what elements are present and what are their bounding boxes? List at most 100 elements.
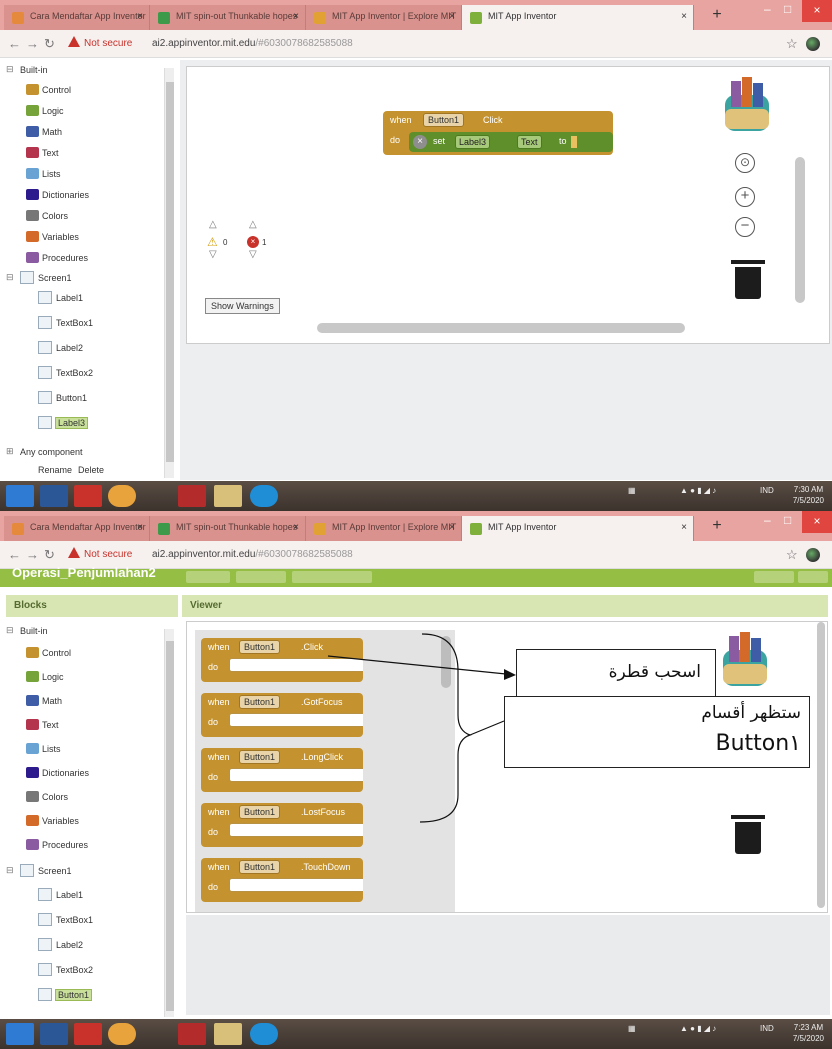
close-icon[interactable]: × bbox=[681, 11, 687, 22]
profile-icon[interactable] bbox=[806, 37, 820, 51]
url-field[interactable]: ai2.appinventor.mit.edu/#603007868258508… bbox=[152, 38, 353, 49]
show-warnings-button[interactable]: Show Warnings bbox=[205, 298, 280, 314]
browser-tab-active[interactable]: MIT App Inventor × bbox=[462, 5, 694, 30]
component-dropdown[interactable]: Label3 bbox=[455, 135, 491, 149]
expand-icon[interactable]: ⊞ bbox=[6, 446, 14, 457]
math-swatch-icon bbox=[26, 126, 39, 137]
screenshot-bottom: Cara Mendaftar App Inventor × MIT spin-o… bbox=[0, 511, 832, 1049]
clock[interactable]: 7:30 AM 7/5/2020 bbox=[793, 484, 824, 506]
component-icon bbox=[38, 341, 52, 354]
block-to: to bbox=[559, 136, 567, 146]
property-dropdown[interactable]: Text bbox=[517, 135, 542, 149]
when-button1-click-block[interactable]: when Button1 Click do × set Label3 Text … bbox=[383, 111, 613, 155]
close-icon[interactable]: × bbox=[449, 11, 455, 22]
tray-icons[interactable]: ▲ ● ▮ ◢ ♪ bbox=[680, 1024, 716, 1033]
error-down-icon[interactable]: ▽ bbox=[249, 249, 257, 260]
screenshot-top: Cara Mendaftar App Inventor × MIT spin-o… bbox=[0, 0, 832, 511]
arrow-line bbox=[469, 720, 505, 736]
zoom-in-icon[interactable]: + bbox=[735, 187, 755, 207]
browser-tab[interactable]: MIT App Inventor | Explore MIT × bbox=[306, 5, 462, 30]
taskbar: ▦ ▲ ● ▮ ◢ ♪ IND 7:30 AM 7/5/2020 bbox=[0, 481, 832, 511]
warning-down-icon[interactable]: ▽ bbox=[209, 249, 217, 260]
maximize-icon[interactable]: □ bbox=[784, 2, 791, 16]
not-secure-icon bbox=[68, 36, 80, 47]
component-icon bbox=[38, 316, 52, 329]
clock[interactable]: 7:23 AM 7/5/2020 bbox=[793, 1022, 824, 1044]
word-icon[interactable] bbox=[40, 485, 68, 507]
tab-favicon-icon bbox=[470, 12, 482, 24]
workspace-hscroll[interactable] bbox=[317, 323, 685, 333]
skype-icon[interactable] bbox=[250, 1023, 278, 1045]
component-icon bbox=[38, 291, 52, 304]
text-swatch-icon bbox=[26, 147, 39, 158]
block-when: when bbox=[390, 115, 412, 125]
zoom-out-icon[interactable]: − bbox=[735, 217, 755, 237]
flash-icon[interactable] bbox=[74, 485, 102, 507]
animate-icon[interactable] bbox=[178, 1023, 206, 1045]
chrome-icon[interactable] bbox=[108, 1023, 136, 1045]
forward-icon[interactable]: → bbox=[26, 36, 39, 51]
colors-swatch-icon bbox=[26, 210, 39, 221]
address-bar: ← → ↻ Not secure ai2.appinventor.mit.edu… bbox=[0, 30, 832, 58]
language-indicator[interactable]: IND bbox=[760, 1024, 774, 1033]
tab-label: MIT spin-out Thunkable hopes bbox=[176, 11, 298, 21]
tree-scrollbar[interactable] bbox=[164, 68, 174, 478]
component-dropdown[interactable]: Button1 bbox=[423, 113, 465, 127]
lists-swatch-icon bbox=[26, 168, 39, 179]
tab-favicon-icon bbox=[158, 12, 170, 24]
animate-icon[interactable] bbox=[178, 485, 206, 507]
tree-component-label: Label3 bbox=[54, 417, 89, 429]
browser-tab[interactable]: MIT spin-out Thunkable hopes × bbox=[150, 5, 306, 30]
browser-tab[interactable]: Cara Mendaftar App Inventor × bbox=[4, 5, 150, 30]
warning-up-icon[interactable]: △ bbox=[209, 219, 217, 230]
collapse-icon[interactable]: ⊟ bbox=[6, 272, 14, 283]
tree-item-label: Math bbox=[42, 127, 63, 137]
tab-favicon-icon bbox=[12, 12, 24, 24]
rename-button[interactable]: Rename bbox=[38, 465, 72, 475]
delete-button[interactable]: Delete bbox=[78, 465, 104, 475]
keyboard-icon[interactable]: ▦ bbox=[628, 1024, 636, 1033]
skype-icon[interactable] bbox=[250, 485, 278, 507]
tab-label: MIT App Inventor | Explore MIT bbox=[332, 11, 457, 21]
dictionaries-swatch-icon bbox=[26, 189, 39, 200]
keyboard-icon[interactable]: ▦ bbox=[628, 486, 636, 495]
windows-start-icon[interactable] bbox=[6, 485, 34, 507]
close-icon[interactable]: × bbox=[293, 11, 299, 22]
scroll-thumb[interactable] bbox=[166, 82, 174, 462]
error-up-icon[interactable]: △ bbox=[249, 219, 257, 230]
language-indicator[interactable]: IND bbox=[760, 486, 774, 495]
backpack-icon[interactable] bbox=[715, 73, 779, 137]
collapse-icon[interactable]: ⊟ bbox=[6, 64, 14, 75]
bookmark-star-icon[interactable]: ☆ bbox=[786, 36, 798, 52]
not-secure-label[interactable]: Not secure bbox=[84, 38, 132, 49]
error-x-icon: × bbox=[413, 135, 427, 149]
workspace-vscroll[interactable] bbox=[795, 157, 805, 303]
tree-component-label: Button1 bbox=[56, 393, 88, 403]
reload-icon[interactable]: ↻ bbox=[44, 36, 55, 52]
tree-component-label: TextBox1 bbox=[56, 318, 94, 328]
block-do: do bbox=[390, 135, 401, 145]
close-window-button[interactable]: × bbox=[802, 0, 832, 22]
minimize-icon[interactable]: – bbox=[764, 2, 771, 16]
close-icon[interactable]: × bbox=[137, 11, 143, 22]
blocks-workspace[interactable]: when Button1 Click do × set Label3 Text … bbox=[186, 66, 830, 344]
set-label3-text-block[interactable]: × set Label3 Text to bbox=[409, 132, 613, 152]
tab-label: MIT App Inventor bbox=[488, 11, 557, 21]
arrow-line bbox=[327, 655, 507, 675]
folder-icon[interactable] bbox=[214, 1023, 242, 1045]
error-icon: × bbox=[247, 236, 259, 248]
new-tab-button[interactable]: + bbox=[708, 7, 726, 25]
flash-icon[interactable] bbox=[74, 1023, 102, 1045]
callout-text: Button١ bbox=[715, 731, 801, 756]
warning-icon: ⚠ bbox=[207, 235, 218, 249]
trash-icon[interactable] bbox=[731, 260, 765, 299]
center-target-icon[interactable]: ⊙ bbox=[735, 153, 755, 173]
windows-start-icon[interactable] bbox=[6, 1023, 34, 1045]
back-icon[interactable]: ← bbox=[8, 36, 21, 51]
chrome-icon[interactable] bbox=[108, 485, 136, 507]
tray-icons[interactable]: ▲ ● ▮ ◢ ♪ bbox=[680, 486, 716, 495]
url-path: /#6030078682585088 bbox=[255, 38, 353, 49]
annotation-arrows bbox=[104, 633, 516, 1049]
word-icon[interactable] bbox=[40, 1023, 68, 1045]
folder-icon[interactable] bbox=[214, 485, 242, 507]
